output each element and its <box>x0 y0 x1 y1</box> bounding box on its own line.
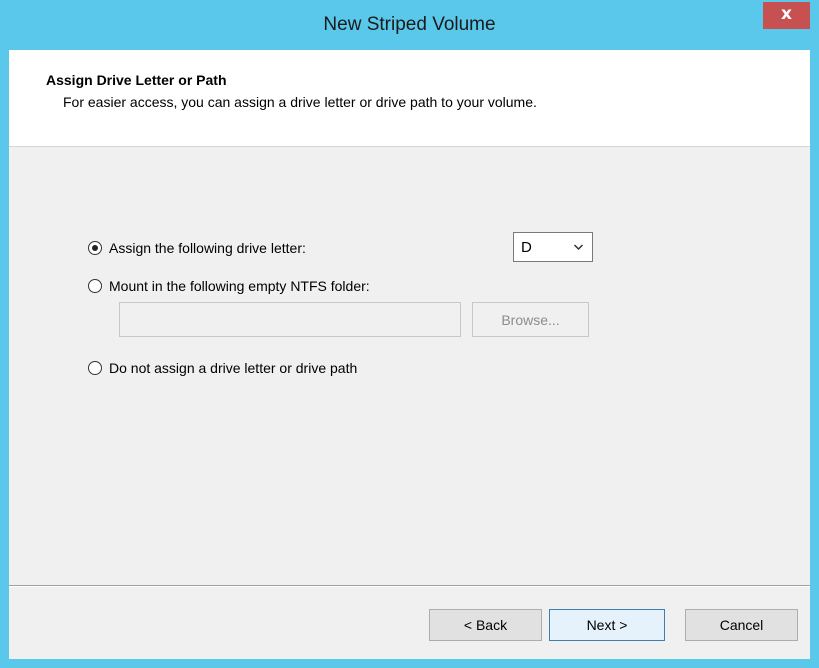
no-assign-radio[interactable] <box>88 361 102 375</box>
window-title: New Striped Volume <box>323 14 496 35</box>
no-assign-label: Do not assign a drive letter or drive pa… <box>109 360 358 376</box>
assign-letter-radio[interactable] <box>88 241 102 255</box>
assign-letter-label: Assign the following drive letter: <box>109 240 306 256</box>
mount-folder-option[interactable]: Mount in the following empty NTFS folder… <box>88 276 370 296</box>
title-bar: New Striped Volume x <box>0 0 819 50</box>
browse-button: Browse... <box>472 302 589 337</box>
mount-folder-label: Mount in the following empty NTFS folder… <box>109 278 370 294</box>
close-icon: x <box>781 4 792 24</box>
page-title: Assign Drive Letter or Path <box>46 72 227 88</box>
close-button[interactable]: x <box>763 2 810 29</box>
back-button[interactable]: < Back <box>429 609 542 641</box>
assign-letter-option[interactable]: Assign the following drive letter: <box>88 238 306 258</box>
footer-divider <box>9 585 810 587</box>
wizard-header: Assign Drive Letter or Path For easier a… <box>9 50 810 147</box>
mount-folder-radio[interactable] <box>88 279 102 293</box>
next-button[interactable]: Next > <box>549 609 665 641</box>
no-assign-option[interactable]: Do not assign a drive letter or drive pa… <box>88 358 357 378</box>
wizard-client-area: Assign Drive Letter or Path For easier a… <box>9 50 810 659</box>
wizard-window: New Striped Volume x Assign Drive Letter… <box>0 0 819 668</box>
folder-path-input <box>119 302 461 337</box>
drive-letter-select[interactable]: D <box>513 232 593 262</box>
page-subtitle: For easier access, you can assign a driv… <box>63 94 537 110</box>
drive-letter-value: D <box>521 239 532 256</box>
cancel-button[interactable]: Cancel <box>685 609 798 641</box>
chevron-down-icon <box>573 237 584 260</box>
